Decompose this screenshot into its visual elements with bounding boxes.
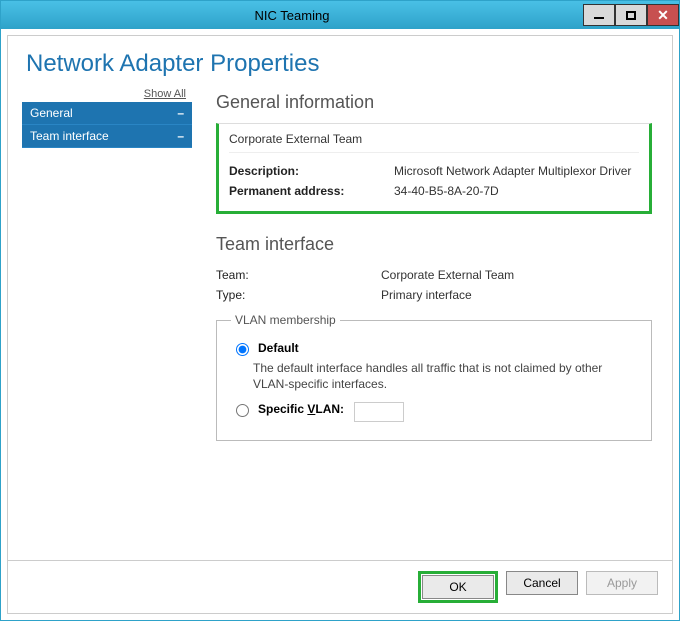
main-panel: General information Corporate External T… <box>192 88 658 560</box>
description-label: Description: <box>229 164 394 178</box>
sidebar: Show All General – Team interface – <box>22 88 192 560</box>
general-section-title: General information <box>216 92 652 113</box>
collapse-icon: – <box>177 129 184 143</box>
minimize-button[interactable] <box>583 4 615 26</box>
ok-button[interactable]: OK <box>422 575 494 599</box>
adapter-name: Corporate External Team <box>229 132 639 153</box>
general-info-card: Corporate External Team Description: Mic… <box>216 123 652 214</box>
team-row: Team: Corporate External Team <box>216 265 652 285</box>
team-value: Corporate External Team <box>381 268 514 282</box>
sidebar-item-team-interface[interactable]: Team interface – <box>22 125 192 148</box>
title-bar[interactable]: NIC Teaming ✕ <box>1 1 679 29</box>
vlan-legend: VLAN membership <box>231 313 340 327</box>
show-all-link[interactable]: Show All <box>22 88 192 102</box>
close-button[interactable]: ✕ <box>647 4 679 26</box>
collapse-icon: – <box>177 106 184 120</box>
vlan-default-description: The default interface handles all traffi… <box>253 360 637 392</box>
type-label: Type: <box>216 288 381 302</box>
sidebar-item-label: General <box>30 106 73 120</box>
page-title: Network Adapter Properties <box>26 50 654 78</box>
team-interface-section-title: Team interface <box>216 234 652 255</box>
type-value: Primary interface <box>381 288 472 302</box>
description-value: Microsoft Network Adapter Multiplexor Dr… <box>394 164 631 178</box>
sidebar-item-general[interactable]: General – <box>22 102 192 125</box>
cancel-button[interactable]: Cancel <box>506 571 578 595</box>
vlan-specific-label: Specific VLAN: <box>258 402 344 416</box>
permanent-address-row: Permanent address: 34-40-B5-8A-20-7D <box>229 181 639 201</box>
maximize-icon <box>626 11 636 20</box>
minimize-icon <box>594 17 604 19</box>
maximize-button[interactable] <box>615 4 647 26</box>
client-area: Network Adapter Properties Show All Gene… <box>7 35 673 614</box>
window-frame: NIC Teaming ✕ Network Adapter Properties… <box>0 0 680 621</box>
permanent-address-label: Permanent address: <box>229 184 394 198</box>
window-title: NIC Teaming <box>1 8 583 23</box>
ok-highlight: OK <box>418 571 498 603</box>
vlan-default-option[interactable]: Default <box>231 341 637 356</box>
description-row: Description: Microsoft Network Adapter M… <box>229 161 639 181</box>
page-header: Network Adapter Properties <box>8 36 672 88</box>
window-controls: ✕ <box>583 4 679 26</box>
team-label: Team: <box>216 268 381 282</box>
vlan-default-radio[interactable] <box>236 343 249 356</box>
vlan-default-label: Default <box>258 341 299 355</box>
vlan-specific-radio[interactable] <box>236 404 249 417</box>
vlan-membership-group: VLAN membership Default The default inte… <box>216 313 652 441</box>
vlan-specific-option[interactable]: Specific VLAN: <box>231 402 637 422</box>
content-body: Show All General – Team interface – Gene… <box>8 88 672 560</box>
close-icon: ✕ <box>657 7 669 24</box>
vlan-id-input[interactable] <box>354 402 404 422</box>
apply-button[interactable]: Apply <box>586 571 658 595</box>
permanent-address-value: 34-40-B5-8A-20-7D <box>394 184 499 198</box>
sidebar-item-label: Team interface <box>30 129 109 143</box>
dialog-footer: OK Cancel Apply <box>8 560 672 613</box>
type-row: Type: Primary interface <box>216 285 652 305</box>
